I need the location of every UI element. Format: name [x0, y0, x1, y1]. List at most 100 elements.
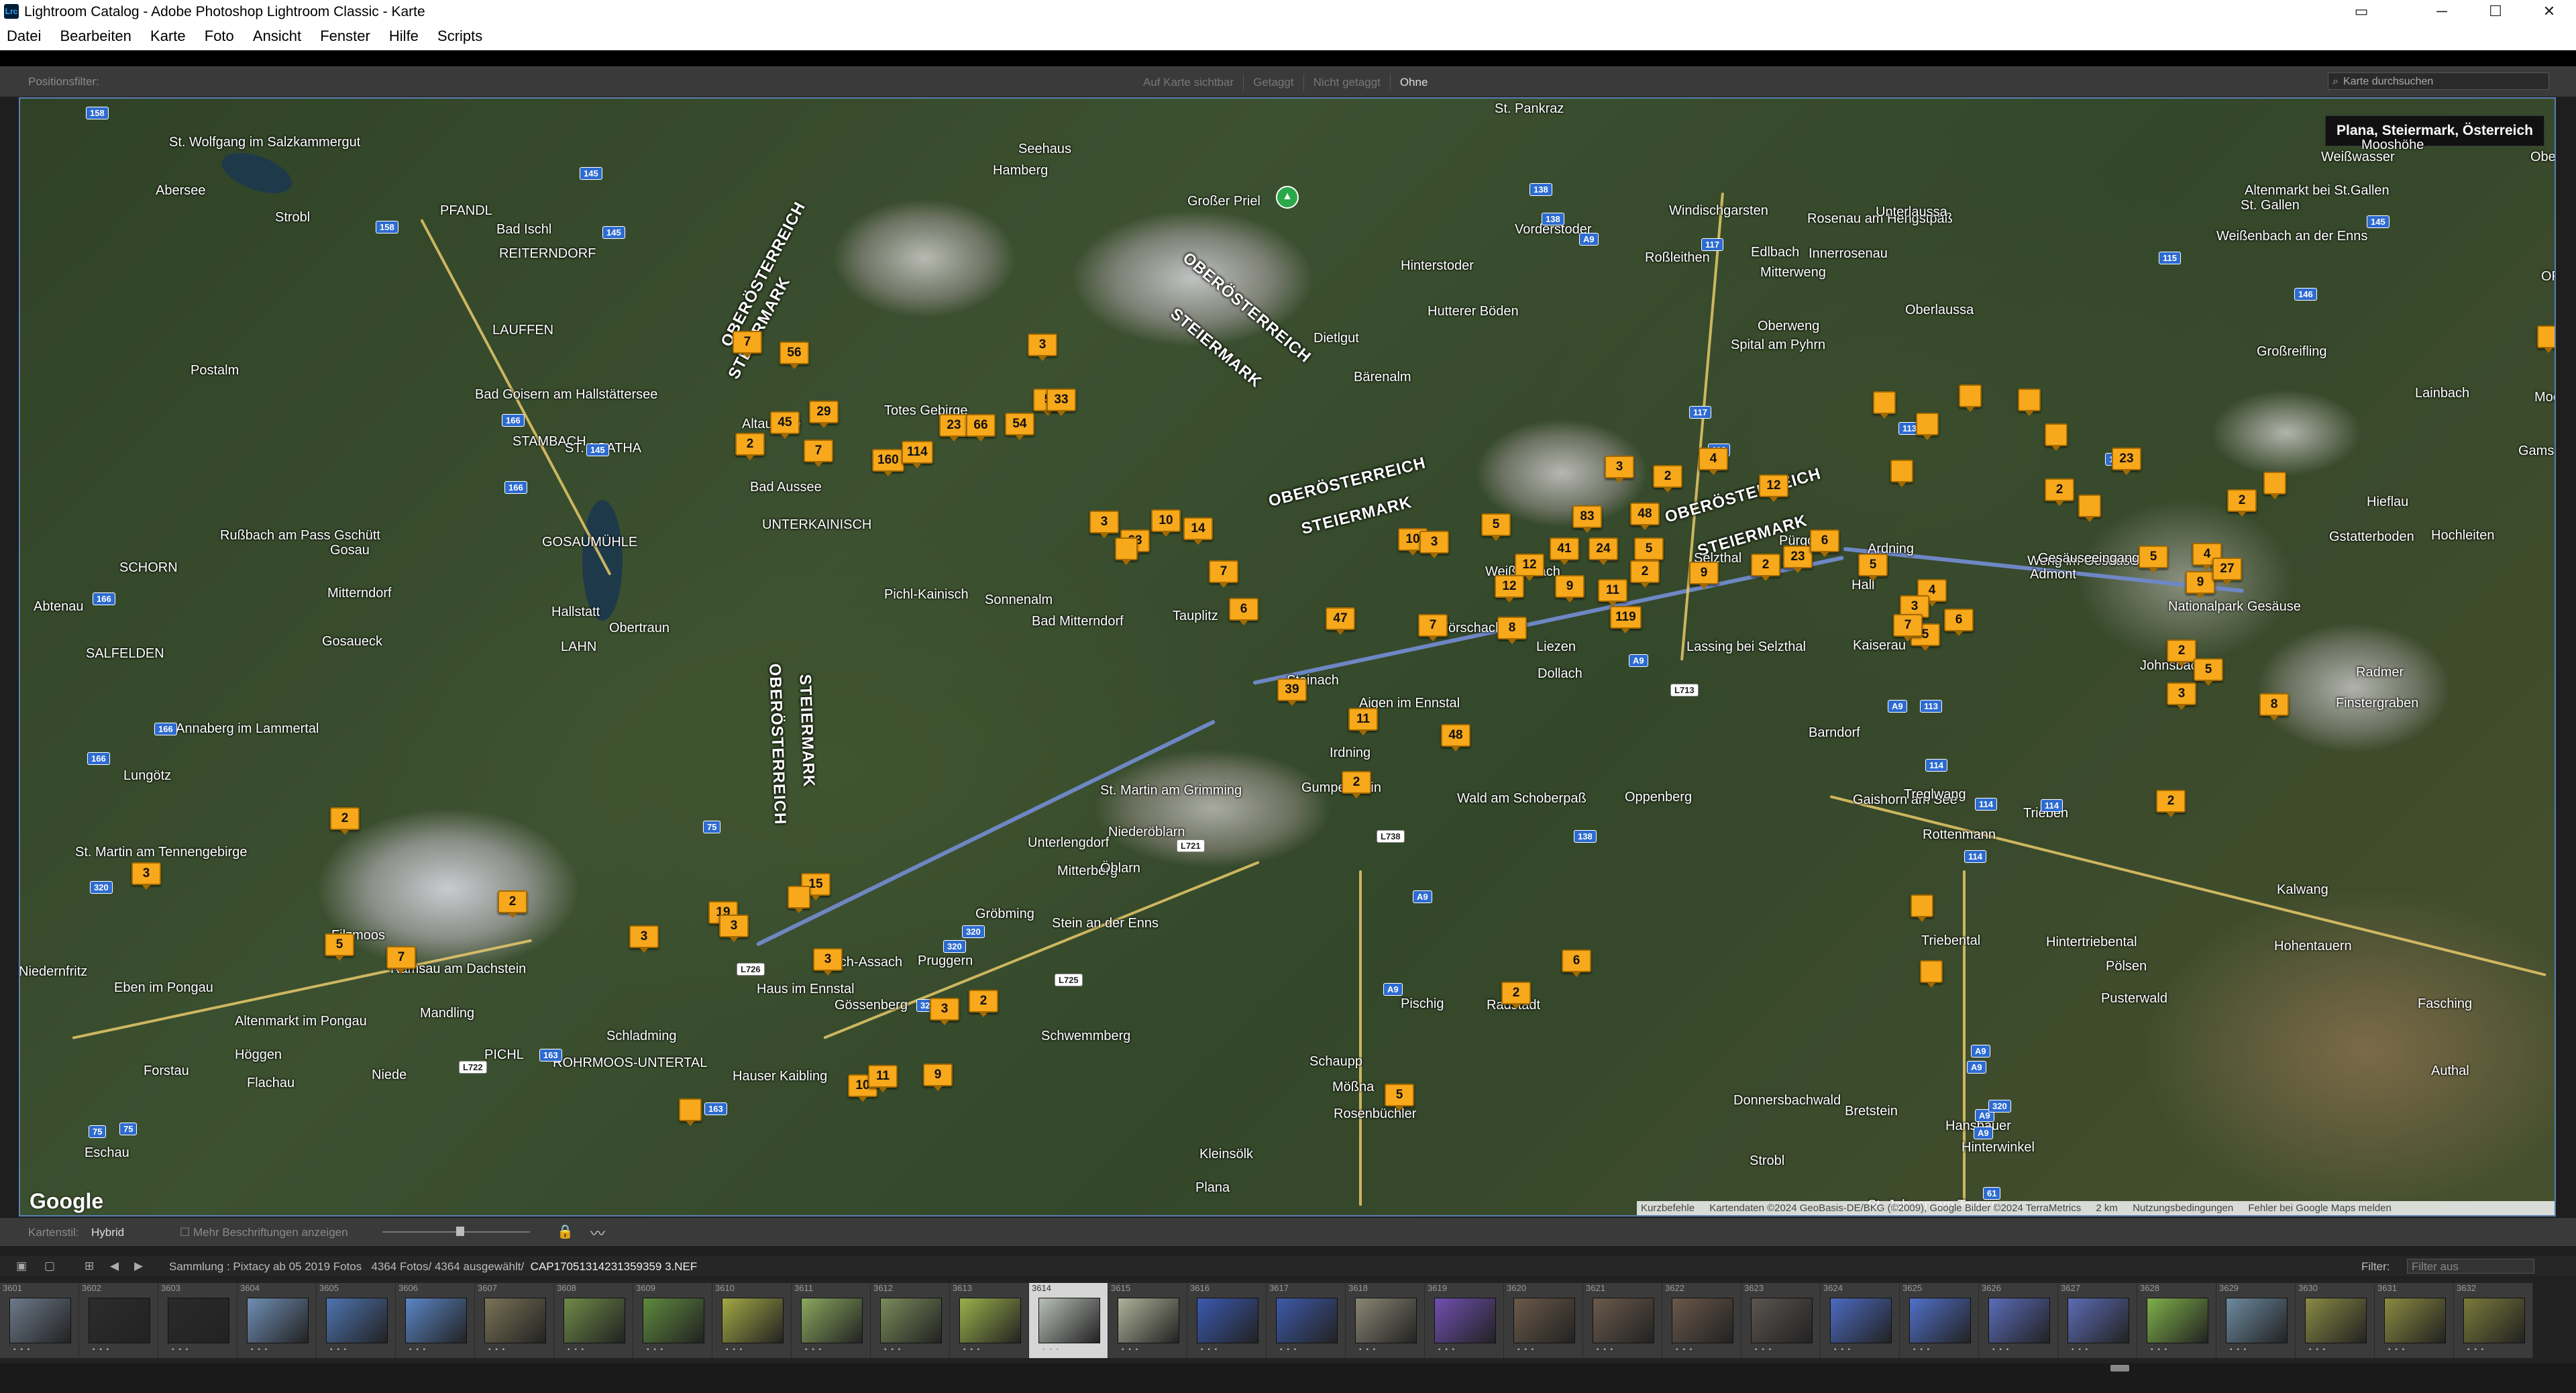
photo-cluster-marker[interactable]: 3: [131, 862, 161, 890]
filmstrip-thumbnail[interactable]: 3631 ▪ ▪ ▪: [2375, 1283, 2454, 1358]
photo-cluster-marker[interactable]: 29: [809, 401, 839, 428]
photo-marker-icon[interactable]: [1115, 537, 1138, 565]
photo-cluster-marker[interactable]: 2: [969, 990, 998, 1017]
filter-none[interactable]: Ohne: [1391, 74, 1438, 91]
photo-cluster-marker[interactable]: 12: [1495, 575, 1524, 603]
filter-dropdown[interactable]: Filter aus: [2407, 1259, 2534, 1274]
filmstrip-thumbnail[interactable]: 3611 ▪ ▪ ▪: [792, 1283, 871, 1358]
photo-cluster-marker[interactable]: 7: [1209, 560, 1238, 588]
photo-cluster-marker[interactable]: 5: [1385, 1084, 1414, 1111]
peak-marker-icon[interactable]: ▲: [1276, 186, 1299, 209]
photo-cluster-marker[interactable]: 12: [1759, 474, 1788, 502]
photo-cluster-marker[interactable]: 27: [2212, 558, 2242, 585]
back-arrow-icon[interactable]: ◀: [110, 1259, 119, 1273]
filter-visible-on-map[interactable]: Auf Karte sichtbar: [1134, 74, 1244, 91]
photo-cluster-marker[interactable]: 14: [1183, 517, 1213, 545]
photo-cluster-marker[interactable]: 6: [1944, 609, 1974, 636]
menu-fenster[interactable]: Fenster: [320, 23, 370, 50]
photo-cluster-marker[interactable]: 54: [1005, 413, 1034, 440]
attribution-report[interactable]: Fehler bei Google Maps melden: [2248, 1202, 2391, 1214]
photo-marker-icon[interactable]: [679, 1098, 702, 1126]
photo-cluster-marker[interactable]: 24: [1589, 537, 1618, 565]
photo-cluster-marker[interactable]: 9: [1555, 575, 1585, 603]
maximize-button[interactable]: ☐: [2469, 0, 2522, 23]
filmstrip-thumbnail[interactable]: 3629 ▪ ▪ ▪: [2216, 1283, 2296, 1358]
photo-cluster-marker[interactable]: 114: [902, 441, 933, 468]
photo-cluster-marker[interactable]: 2: [2156, 790, 2186, 817]
photo-cluster-marker[interactable]: 7: [386, 946, 416, 974]
photo-cluster-marker[interactable]: 23: [1783, 546, 1813, 573]
filmstrip-source[interactable]: Sammlung : Pixtacy ab 05 2019 Fotos 4364…: [169, 1260, 697, 1274]
photo-cluster-marker[interactable]: 3: [1605, 456, 1634, 483]
photo-cluster-marker[interactable]: 3: [719, 915, 749, 942]
photo-cluster-marker[interactable]: 9: [1689, 562, 1719, 589]
filmstrip-scroll-thumb[interactable]: [2110, 1365, 2129, 1372]
photo-cluster-marker[interactable]: 5: [2139, 546, 2168, 573]
filmstrip-thumbnail[interactable]: 3607 ▪ ▪ ▪: [475, 1283, 554, 1358]
filmstrip-thumbnail[interactable]: 3630 ▪ ▪ ▪: [2296, 1283, 2375, 1358]
display-mode-icon[interactable]: ▭: [2334, 0, 2388, 23]
more-labels-checkbox[interactable]: ☐ Mehr Beschriftungen anzeigen: [180, 1226, 348, 1239]
photo-marker-icon[interactable]: [1890, 460, 1913, 487]
photo-marker-icon[interactable]: [2537, 325, 2556, 353]
photo-cluster-marker[interactable]: 2: [735, 433, 765, 460]
photo-cluster-marker[interactable]: 56: [780, 342, 809, 369]
filmstrip-thumbnail[interactable]: 3627 ▪ ▪ ▪: [2058, 1283, 2137, 1358]
filmstrip-thumbnail[interactable]: 3616 ▪ ▪ ▪: [1187, 1283, 1267, 1358]
filmstrip-thumbnail[interactable]: 3604 ▪ ▪ ▪: [237, 1283, 317, 1358]
filmstrip-thumbnail[interactable]: 3622 ▪ ▪ ▪: [1662, 1283, 1741, 1358]
photo-cluster-marker[interactable]: 8: [1497, 617, 1527, 644]
photo-cluster-marker[interactable]: 3: [1028, 333, 1057, 361]
photo-cluster-marker[interactable]: 47: [1326, 607, 1355, 635]
minimize-button[interactable]: ─: [2415, 0, 2469, 23]
filmstrip-thumbnail[interactable]: 3626 ▪ ▪ ▪: [1979, 1283, 2058, 1358]
photo-marker-icon[interactable]: [2045, 423, 2068, 451]
photo-cluster-marker[interactable]: 48: [1630, 503, 1660, 530]
photo-cluster-marker[interactable]: 5: [1634, 537, 1664, 565]
map-view[interactable]: ▲ Großer Priel Plana, Steiermark, Österr…: [19, 97, 2556, 1217]
photo-cluster-marker[interactable]: 39: [1277, 678, 1307, 706]
photo-marker-icon[interactable]: [1959, 384, 1982, 412]
photo-marker-icon[interactable]: [1873, 391, 1896, 419]
filmstrip-thumbnail[interactable]: 3605 ▪ ▪ ▪: [317, 1283, 396, 1358]
photo-cluster-marker[interactable]: 7: [1893, 614, 1923, 641]
photo-marker-icon[interactable]: [1920, 960, 1943, 988]
filmstrip-thumbnail[interactable]: 3608 ▪ ▪ ▪: [554, 1283, 633, 1358]
photo-cluster-marker[interactable]: 6: [1562, 949, 1591, 977]
photo-cluster-marker[interactable]: 11: [1598, 579, 1627, 607]
filmstrip-thumbnail[interactable]: 3623 ▪ ▪ ▪: [1741, 1283, 1821, 1358]
photo-cluster-marker[interactable]: 33: [1046, 389, 1076, 416]
filmstrip-thumbnail[interactable]: 3615 ▪ ▪ ▪: [1108, 1283, 1187, 1358]
photo-cluster-marker[interactable]: 6: [1229, 598, 1258, 625]
photo-cluster-marker[interactable]: 5: [2194, 658, 2223, 686]
zoom-slider-thumb[interactable]: [456, 1227, 464, 1236]
menu-foto[interactable]: Foto: [205, 23, 234, 50]
photo-cluster-marker[interactable]: 66: [966, 414, 996, 442]
photo-marker-icon[interactable]: [2018, 389, 2041, 416]
photo-cluster-marker[interactable]: 7: [1418, 614, 1448, 641]
filmstrip-thumbnail[interactable]: 3624 ▪ ▪ ▪: [1821, 1283, 1900, 1358]
photo-cluster-marker[interactable]: 10: [1151, 509, 1181, 537]
photo-cluster-marker[interactable]: 5: [1481, 513, 1511, 541]
forward-arrow-icon[interactable]: ▶: [134, 1259, 143, 1273]
filmstrip-thumbnail[interactable]: 3625 ▪ ▪ ▪: [1900, 1283, 1979, 1358]
photo-cluster-marker[interactable]: 23: [939, 414, 969, 442]
filmstrip-thumbnail[interactable]: 3617 ▪ ▪ ▪: [1267, 1283, 1346, 1358]
photo-cluster-marker[interactable]: 9: [923, 1064, 953, 1091]
photo-cluster-marker[interactable]: 3: [629, 925, 659, 953]
filmstrip-thumbnail[interactable]: 3620 ▪ ▪ ▪: [1504, 1283, 1583, 1358]
photo-marker-icon[interactable]: [1911, 894, 1933, 922]
photo-cluster-marker[interactable]: 2: [498, 890, 527, 918]
filmstrip-scrollbar[interactable]: [0, 1363, 2576, 1393]
filmstrip-thumbnail[interactable]: 3613 ▪ ▪ ▪: [950, 1283, 1029, 1358]
photo-cluster-marker[interactable]: 9: [2186, 571, 2215, 599]
photo-cluster-marker[interactable]: 7: [733, 331, 762, 358]
secondary-window-icon[interactable]: ▢: [44, 1259, 55, 1273]
photo-marker-icon[interactable]: [1916, 413, 1939, 440]
photo-cluster-marker[interactable]: 119: [1610, 606, 1642, 633]
photo-cluster-marker[interactable]: 160: [872, 449, 904, 476]
photo-cluster-marker[interactable]: 2: [1342, 771, 1371, 798]
menu-hilfe[interactable]: Hilfe: [389, 23, 419, 50]
photo-cluster-marker[interactable]: 11: [1348, 708, 1378, 735]
photo-marker-icon[interactable]: [2078, 495, 2101, 522]
